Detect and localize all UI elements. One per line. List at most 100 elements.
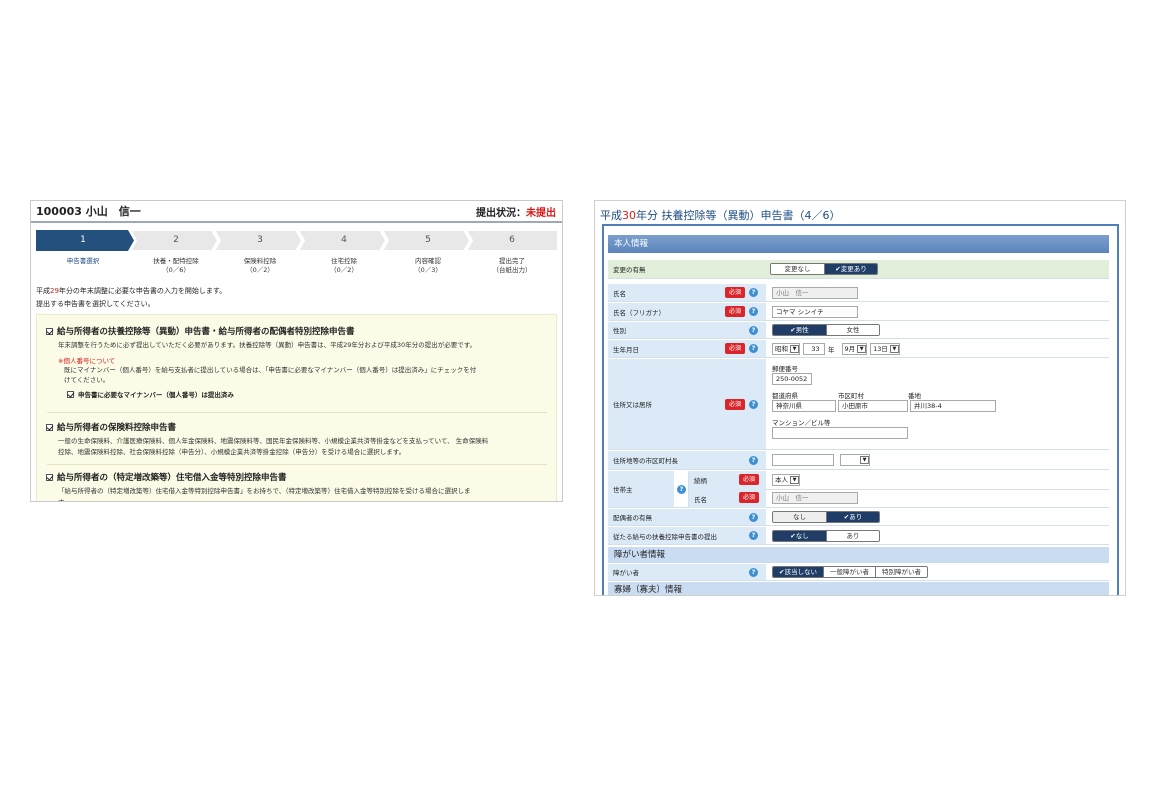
- help-icon[interactable]: ?: [749, 400, 758, 409]
- birth-era-select[interactable]: 昭和 ▼: [772, 342, 800, 355]
- row-address: 住所又は居所 必須 ? 郵便番号 250-0052 都道府県 市区町村 番地 神…: [608, 359, 1109, 450]
- form-title: 給与所得者の（特定増改築等）住宅借入金等特別控除申告書: [57, 473, 287, 483]
- mynumber-note: 既にマイナンバー（個人番号）を給与支払者に提出している場合は、「申告書に必要なマ…: [64, 366, 477, 384]
- form-title: 平成30年分 扶養控除等（異動）申告書（4／6）: [600, 209, 841, 222]
- disability-option-none[interactable]: ✔該当しない: [773, 567, 823, 577]
- relationship-select[interactable]: 本人 ▼: [772, 474, 800, 486]
- step-4-number[interactable]: 4: [319, 230, 369, 251]
- kana-input[interactable]: コヤマ シンイチ: [772, 305, 858, 318]
- gender-label: 性別: [608, 322, 766, 338]
- spouse-option-yes[interactable]: ✔あり: [826, 512, 879, 522]
- help-icon[interactable]: ?: [749, 456, 758, 465]
- form-checkbox-housing-loan[interactable]: [46, 473, 53, 481]
- change-label: 変更の有無: [608, 260, 766, 278]
- disability-toggle[interactable]: ✔該当しない 一般障がい者 特別障がい者: [772, 566, 928, 578]
- form-list: 給与所得者の扶養控除等（異動）申告書・給与所得者の配偶者特別控除申告書 年末調整…: [36, 314, 557, 502]
- row-gender: 性別 ? ✔男性 女性: [608, 322, 1109, 339]
- row-name: 氏名 必須 ? 小山 信一: [608, 284, 1109, 302]
- step-3-label: 保険料控除 （0／2）: [243, 257, 277, 274]
- help-icon[interactable]: ?: [749, 513, 758, 522]
- step-progress-bar: 1 2 3 4 5 6: [36, 230, 558, 251]
- step-5-number[interactable]: 5: [403, 230, 453, 251]
- divider: [47, 412, 547, 413]
- spouse-label: 配偶者の有無: [608, 509, 766, 525]
- mynumber-submitted-checkbox[interactable]: [67, 390, 74, 398]
- help-icon[interactable]: ?: [749, 326, 758, 335]
- form-item-dependents: 給与所得者の扶養控除等（異動）申告書・給与所得者の配偶者特別控除申告書 年末調整…: [46, 325, 546, 399]
- step-6-number[interactable]: 6: [487, 230, 537, 251]
- pref-input[interactable]: 神奈川県: [772, 400, 836, 412]
- change-toggle[interactable]: 変更なし ✔変更あり: [770, 263, 878, 275]
- step-1-number[interactable]: 1: [58, 230, 108, 251]
- block-label: 番地: [908, 392, 921, 400]
- required-badge: 必須: [725, 343, 745, 354]
- disability-option-general[interactable]: 一般障がい者: [822, 567, 875, 577]
- help-icon[interactable]: ?: [749, 288, 758, 297]
- gender-option-male[interactable]: ✔男性: [773, 325, 826, 335]
- help-icon[interactable]: ?: [749, 344, 758, 353]
- chevron-down-icon: ▼: [860, 456, 869, 464]
- pref-label: 都道府県: [772, 392, 798, 400]
- gender-option-female[interactable]: 女性: [826, 325, 879, 335]
- spouse-option-none[interactable]: なし: [773, 512, 826, 522]
- head-name-input[interactable]: 小山 信一: [772, 492, 858, 504]
- form-item-insurance: 給与所得者の保険料控除申告書 一般の生命保険料、介護医療保険料、個人年金保険料、…: [46, 421, 546, 458]
- zip-input[interactable]: 250-0052: [772, 373, 812, 385]
- secondary-option-yes[interactable]: あり: [826, 530, 879, 541]
- municipality-input[interactable]: [772, 454, 834, 466]
- help-icon[interactable]: ?: [749, 568, 758, 577]
- spouse-toggle[interactable]: なし ✔あり: [772, 511, 880, 523]
- city-input[interactable]: 小田原市: [838, 400, 908, 412]
- chevron-down-icon: ▼: [790, 476, 799, 484]
- step-2-number[interactable]: 2: [151, 230, 201, 251]
- change-option-none[interactable]: 変更なし: [771, 264, 824, 274]
- birth-year-unit: 年: [828, 345, 835, 354]
- employee-name: 100003 小山 信一: [36, 205, 141, 218]
- birth-month-select[interactable]: 9月 ▼: [841, 342, 868, 355]
- birth-day-select[interactable]: 13日 ▼: [870, 342, 900, 355]
- step-4-label: 住宅控除 （0／2）: [330, 257, 358, 274]
- step-arrows: [36, 230, 558, 251]
- row-secondary-declaration: 従たる給与の扶養控除申告書の提出 ? ✔なし あり: [608, 527, 1109, 545]
- required-badge: 必須: [739, 492, 759, 503]
- form-checkbox-insurance[interactable]: [46, 423, 53, 431]
- row-municipality: 住所地等の市区町村長 ? ▼: [608, 451, 1109, 470]
- secondary-option-none[interactable]: ✔なし: [773, 530, 826, 541]
- section-widow: 寡婦（寡夫）情報: [608, 582, 1109, 595]
- birth-year-input[interactable]: 33: [803, 342, 825, 355]
- required-badge: 必須: [739, 474, 759, 485]
- dependents-form-panel: 平成30年分 扶養控除等（異動）申告書（4／6） 本人情報 変更の有無 変更なし…: [594, 200, 1126, 596]
- status-value: 未提出: [526, 207, 556, 219]
- help-icon[interactable]: ?: [677, 485, 686, 494]
- disability-option-special[interactable]: 特別障がい者: [874, 567, 927, 577]
- name-input[interactable]: 小山 信一: [772, 286, 858, 299]
- section-disability: 障がい者情報: [608, 547, 1109, 563]
- help-icon[interactable]: ?: [749, 531, 758, 540]
- status-label: 提出状況：: [476, 207, 526, 219]
- section-personal-info: 本人情報: [608, 235, 1109, 253]
- form-description: 一般の生命保険料、介護医療保険料、個人年金保険料、地震保険料等、国民年金保険料等…: [58, 437, 489, 456]
- building-input[interactable]: [772, 427, 908, 439]
- building-label: マンション／ビル等: [772, 419, 831, 427]
- required-badge: 必須: [725, 287, 745, 298]
- head-name-label: 氏名: [694, 496, 707, 504]
- block-input[interactable]: 井川38-4: [910, 400, 996, 412]
- submission-status: 提出状況：未提出: [476, 204, 556, 219]
- secondary-declaration-label: 従たる給与の扶養控除申告書の提出: [608, 527, 766, 544]
- step-3-number[interactable]: 3: [235, 230, 285, 251]
- form-description: 年末調整を行うために必ず提出していただく必要があります。扶養控除等（異動）申告書…: [58, 341, 477, 349]
- row-spouse: 配偶者の有無 ? なし ✔あり: [608, 509, 1109, 526]
- intro-text: 平成29年分の年末調整に必要な申告書の入力を開始します。 提出する申告書を選択し…: [36, 287, 227, 308]
- zip-label: 郵便番号: [772, 365, 798, 373]
- form-checkbox-dependents[interactable]: [46, 327, 53, 335]
- mynumber-submitted-label: 申告書に必要なマイナンバー（個人番号）は提出済み: [78, 391, 234, 399]
- row-change: 変更の有無 変更なし ✔変更あり: [608, 260, 1109, 279]
- gender-toggle[interactable]: ✔男性 女性: [772, 324, 880, 336]
- municipality-select[interactable]: ▼: [840, 454, 870, 466]
- help-icon[interactable]: ?: [749, 307, 758, 316]
- form-title: 給与所得者の扶養控除等（異動）申告書・給与所得者の配偶者特別控除申告書: [57, 327, 355, 337]
- secondary-declaration-toggle[interactable]: ✔なし あり: [772, 529, 880, 542]
- form-description: 「給与所得者の（特定増改築等）住宅借入金等特別控除申告書」をお持ちで、（特定増改…: [58, 487, 471, 502]
- row-household-head: 世帯主 ? 続柄 氏名 必須 必須 本人 ▼ 小山 信一: [608, 471, 1109, 508]
- change-option-yes[interactable]: ✔変更あり: [824, 264, 877, 274]
